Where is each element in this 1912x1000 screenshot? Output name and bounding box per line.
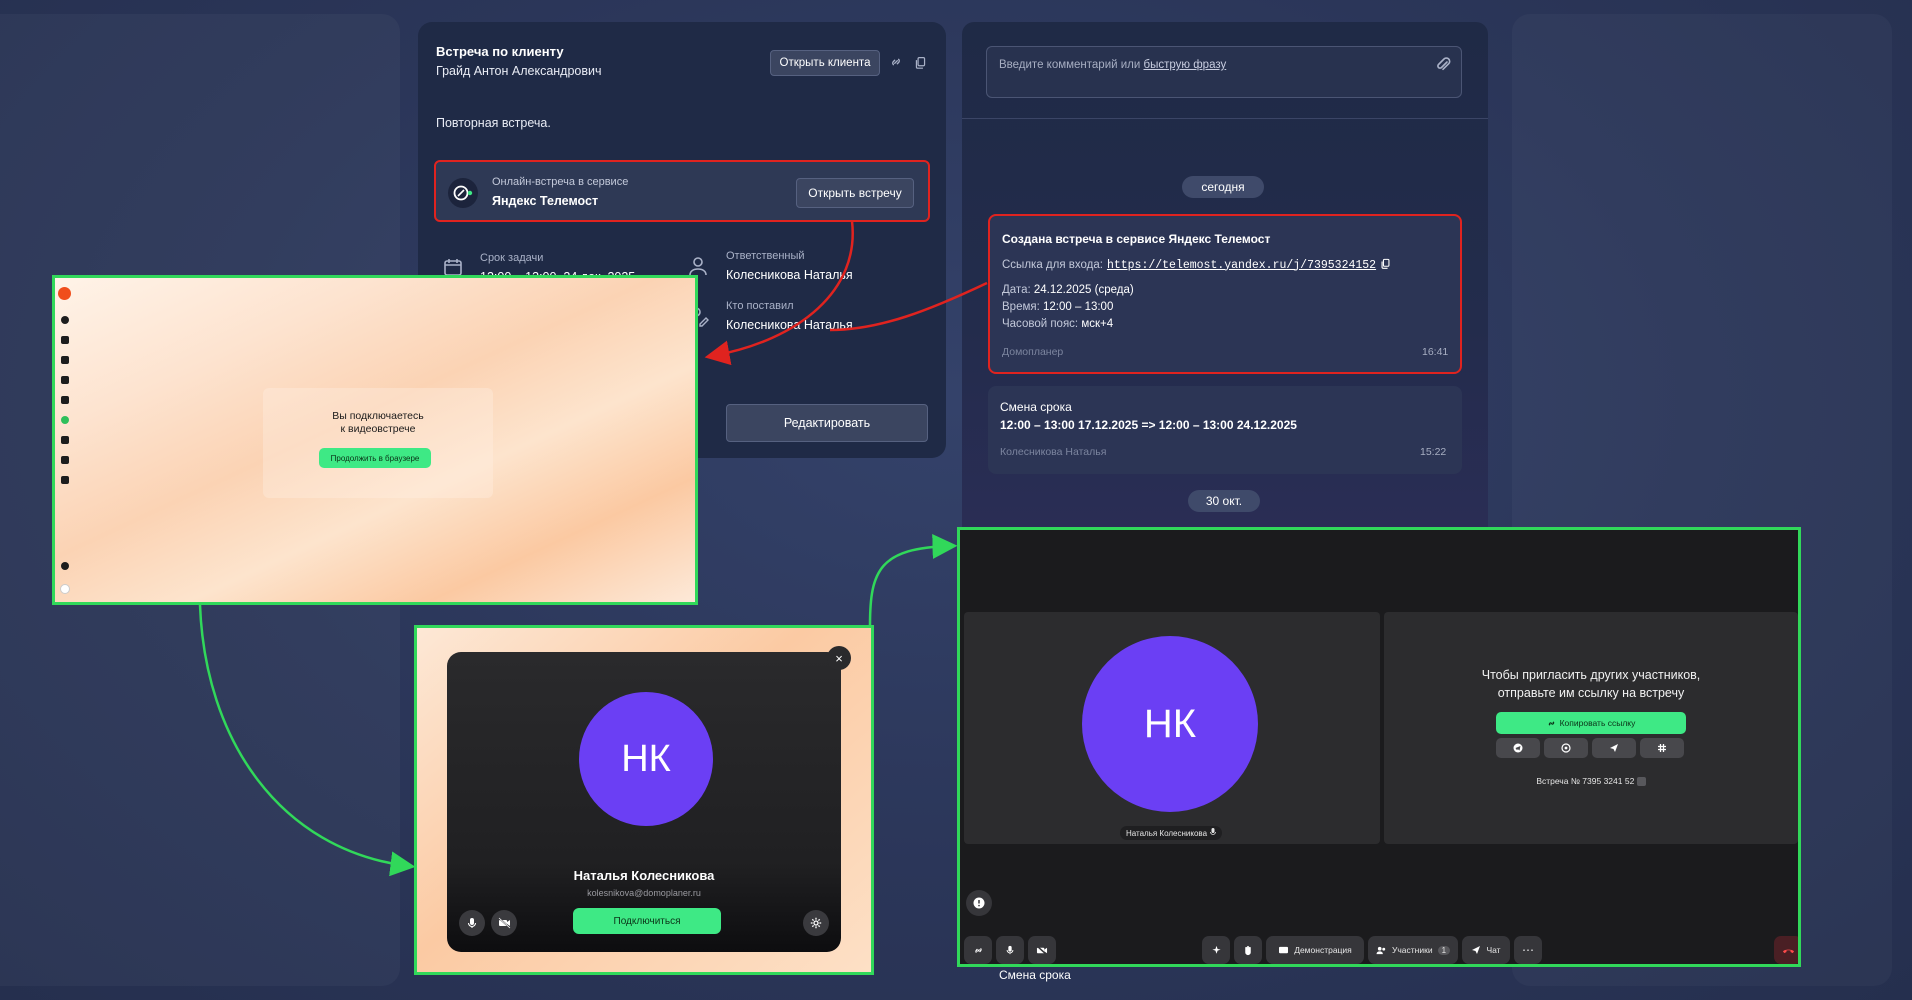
meeting-time-row: Время: 12:00 – 13:00 [1002,301,1114,313]
divider [962,118,1488,119]
avatar[interactable] [60,584,70,594]
avatar: НК [579,692,713,826]
more-button[interactable]: ⋯ [1514,936,1542,964]
date-separator-oct: 30 окт. [1188,490,1260,512]
meeting-service-label: Онлайн-встреча в сервисе [492,176,629,188]
responsible-value: Колесникова Наталья [726,268,853,282]
participant-nametag: Наталья Колесникова [1120,826,1222,840]
camera-off-icon[interactable] [1028,936,1056,964]
comment-input[interactable]: Введите комментарий или быструю фразу [986,46,1462,98]
online-meeting-block: Онлайн-встреча в сервисе Яндекс Телемост… [434,160,930,222]
connect-button[interactable]: Подключиться [573,908,721,934]
participants-count: 1 [1437,945,1451,955]
participants-button[interactable]: Участники 1 [1368,936,1458,964]
message-author: Колесникова Наталья [1000,446,1107,458]
continue-in-browser-button[interactable]: Продолжить в браузере [319,448,431,468]
responsible-label: Ответственный [726,250,805,262]
browser-logo-icon [58,287,71,300]
microphone-icon [1210,828,1216,838]
calendar-icon[interactable] [61,396,69,404]
message-source: Домопланер [1002,346,1064,358]
message-title: Создана встреча в сервисе Яндекс Телемос… [1002,232,1271,246]
camera-off-icon[interactable] [491,910,517,936]
meeting-date-row: Дата: 24.12.2025 (среда) [1002,284,1134,296]
copy-link-icon[interactable] [1380,258,1391,272]
invite-text: Чтобы пригласить других участников, отпра… [1481,668,1701,700]
date-separator-today: сегодня [1182,176,1264,198]
telemost-logo-icon [448,178,478,208]
effects-icon[interactable] [1202,936,1230,964]
task-description: Повторная встреча. [436,116,551,130]
microphone-icon[interactable] [996,936,1024,964]
hangup-icon[interactable] [1774,936,1798,964]
comment-placeholder: Введите комментарий или быструю фразу [999,59,1227,71]
paperclip-icon[interactable] [1435,55,1451,78]
copy-icon[interactable] [1636,777,1646,787]
video-call-screenshot: НК Наталья Колесникова Чтобы пригласить … [957,527,1801,967]
creator-label: Кто поставил [726,300,794,312]
message-title: Смена срока [1000,400,1072,414]
link-icon[interactable] [964,936,992,964]
screen-share-button[interactable]: Демонстрация [1266,936,1364,964]
task-client-name[interactable]: Грайд Антон Александрович [436,64,602,78]
copy-link-button[interactable]: Копировать ссылку [1496,712,1686,734]
telemost-icon[interactable] [61,416,69,424]
telegram-icon[interactable] [1496,738,1540,758]
comments-panel: Введите комментарий или быструю фразу се… [962,22,1488,528]
send-icon[interactable] [61,436,69,444]
join-dialog-screenshot: НК Наталья Колесникова kolesnikova@domop… [414,625,874,975]
close-icon[interactable]: × [827,646,851,670]
notes-icon[interactable] [61,456,69,464]
user-name: Наталья Колесникова [573,868,715,883]
meeting-created-message: Создана встреча в сервисе Яндекс Телемос… [988,214,1462,374]
raise-hand-icon[interactable] [1234,936,1262,964]
creator-value: Колесникова Наталья [726,318,853,332]
whatsapp-icon[interactable] [1544,738,1588,758]
avatar: НК [1082,636,1258,812]
quick-phrase-link[interactable]: быструю фразу [1144,59,1227,71]
browser-connecting-screenshot: Вы подключаетесь к видеовстрече Продолжит… [52,275,698,605]
arrow-join-to-call [868,534,958,626]
link-icon[interactable] [886,52,906,72]
alice-icon[interactable] [61,316,69,324]
meeting-link-row: Ссылка для входа: https://telemost.yande… [1002,258,1391,272]
send-icon[interactable] [1592,738,1636,758]
chat-button[interactable]: Чат [1462,936,1510,964]
task-title: Встреча по клиенту [436,44,564,59]
edit-button[interactable]: Редактировать [726,404,928,442]
meeting-service-name: Яндекс Телемост [492,194,599,208]
deadline-label: Срок задачи [480,252,544,264]
microphone-icon[interactable] [459,910,485,936]
disk-icon[interactable] [61,356,69,364]
slack-icon[interactable] [1640,738,1684,758]
connecting-card: Вы подключаетесь к видеовстрече Продолжит… [263,388,493,498]
deadline-change-label: Смена срока [999,968,1071,982]
join-dialog: НК Наталья Колесникова kolesnikova@domop… [447,652,841,952]
user-email: kolesnikova@domoplaner.ru [587,888,701,898]
meeting-link[interactable]: https://telemost.yandex.ru/j/7395324152 [1107,259,1376,272]
connecting-text: Вы подключаетесь к видеовстрече [332,410,424,435]
message-time: 15:22 [1420,446,1447,458]
open-client-button[interactable]: Открыть клиента [770,50,880,76]
meeting-timezone-row: Часовой пояс: мск+4 [1002,318,1114,330]
gear-icon[interactable] [61,562,69,570]
gear-icon[interactable] [803,910,829,936]
message-body: 12:00 – 13:00 17.12.2025 => 12:00 – 13:0… [1000,418,1297,432]
deadline-change-message: Смена срока 12:00 – 13:00 17.12.2025 => … [988,386,1462,474]
participant-tile: НК Наталья Колесникова [964,612,1380,844]
messenger-icon[interactable] [61,376,69,384]
mail-icon[interactable] [61,336,69,344]
message-time: 16:41 [1422,346,1449,358]
meeting-number: Встреча № 7395 3241 52 [1384,776,1798,787]
info-icon[interactable] [966,890,992,916]
apps-icon[interactable] [61,476,69,484]
browser-sidebar [55,278,75,602]
invite-tile: Чтобы пригласить других участников, отпра… [1384,612,1798,844]
open-meeting-button[interactable]: Открыть встречу [796,178,914,208]
copy-icon[interactable] [910,52,930,72]
